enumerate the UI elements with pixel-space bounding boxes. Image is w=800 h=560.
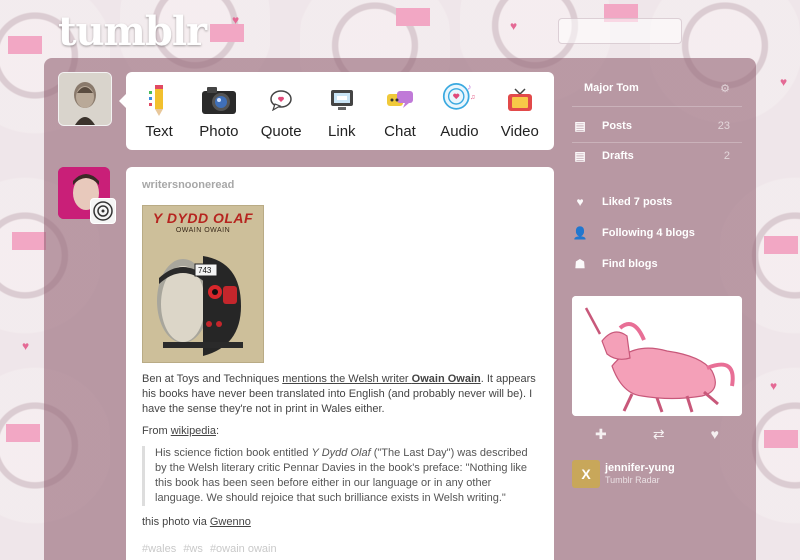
spotlight-subtitle: Tumblr Radar xyxy=(605,475,660,485)
book-cover-image[interactable]: Y DYDD OLAF OWAIN OWAIN 743 xyxy=(142,205,264,363)
spotlight-avatar: X xyxy=(572,460,600,488)
book-badge: 743 xyxy=(198,266,212,275)
unicorn-image[interactable] xyxy=(572,296,742,416)
draft-document-icon: ▤ xyxy=(574,149,586,163)
mentions-link[interactable]: mentions the Welsh writer Owain Owain xyxy=(282,373,480,385)
find-blogs-icon: ☗ xyxy=(574,257,586,271)
post-type-video[interactable]: Video xyxy=(501,82,539,140)
post-type-label: Photo xyxy=(199,123,239,140)
chat-icon xyxy=(382,82,418,118)
post-paragraph-3: this photo via Gwenno xyxy=(142,516,251,528)
svg-text:♪: ♪ xyxy=(468,81,472,91)
tag-link[interactable]: #ws xyxy=(183,543,203,555)
post-type-label: Text xyxy=(145,123,173,140)
post-type-label: Chat xyxy=(384,123,416,140)
reblog-icon[interactable]: ⇄ xyxy=(653,426,665,443)
sidebar-item-label: Posts xyxy=(602,120,632,132)
person-icon: 👤 xyxy=(572,226,588,240)
post-type-bar: Text Photo Quote Link Chat ♪ ♫ Audio Vid… xyxy=(119,72,554,150)
spotlight-name: jennifer-yung xyxy=(605,462,675,474)
quote-bubble-icon xyxy=(263,82,299,118)
post-type-text[interactable]: Text xyxy=(141,82,177,140)
post-tags: #wales #ws #owain owain xyxy=(142,543,281,555)
svg-text:♫: ♫ xyxy=(470,94,475,101)
gwenno-link[interactable]: Gwenno xyxy=(210,516,251,528)
sidebar-user-name: Major Tom xyxy=(584,82,639,94)
text-pencil-icon xyxy=(141,82,177,118)
post-type-link[interactable]: Link xyxy=(324,82,360,140)
post-author-name[interactable]: writersnooneread xyxy=(142,179,234,191)
sidebar-divider xyxy=(572,106,742,107)
like-heart-icon[interactable]: ♥ xyxy=(711,426,719,442)
post-paragraph-1: Ben at Toys and Techniques mentions the … xyxy=(142,373,536,415)
search-input[interactable] xyxy=(558,18,682,44)
sidebar-item-following[interactable]: 👤 Following 4 blogs xyxy=(572,219,742,247)
spotlight-blog[interactable]: X jennifer-yung Tumblr Radar xyxy=(572,458,742,490)
post-body: Ben at Toys and Techniques mentions the … xyxy=(142,372,538,537)
post-card: writersnooneread Y DYDD OLAF OWAIN OWAIN… xyxy=(126,167,554,560)
camera-icon xyxy=(201,82,237,118)
headphones-icon: ♪ ♫ xyxy=(441,81,477,118)
video-tv-icon xyxy=(502,82,538,118)
sidebar-item-drafts[interactable]: ▤ Drafts 2 xyxy=(572,142,742,170)
document-icon: ▤ xyxy=(574,119,586,133)
wikipedia-link[interactable]: wikipedia xyxy=(171,425,216,437)
link-monitor-icon xyxy=(324,82,360,118)
reblog-source-avatar[interactable] xyxy=(90,198,116,224)
post-blockquote: His science fiction book entitled Y Dydd… xyxy=(142,446,538,506)
post-type-label: Audio xyxy=(440,123,479,140)
post-type-photo[interactable]: Photo xyxy=(199,82,239,140)
sidebar-item-find-blogs[interactable]: ☗ Find blogs xyxy=(572,250,742,278)
sidebar-item-label: Liked 7 posts xyxy=(602,196,673,208)
drafts-count: 2 xyxy=(723,150,730,162)
post-type-quote[interactable]: Quote xyxy=(261,82,302,140)
gear-icon[interactable]: ⚙ xyxy=(720,82,730,95)
post-type-label: Video xyxy=(500,123,539,140)
sidebar-item-label: Find blogs xyxy=(602,258,658,270)
tumblr-logo[interactable]: tumblr xyxy=(58,8,207,55)
sidebar-user[interactable]: Major Tom ⚙ xyxy=(572,74,742,102)
sidebar-item-posts[interactable]: ▤ Posts 23 xyxy=(572,112,742,140)
plus-icon[interactable]: ✚ xyxy=(595,426,607,443)
post-type-label: Quote xyxy=(260,123,302,140)
posts-count: 23 xyxy=(717,120,730,132)
post-actions: ✚ ⇄ ♥ xyxy=(572,422,742,446)
sidebar-item-label: Drafts xyxy=(602,150,634,162)
post-type-chat[interactable]: Chat xyxy=(382,82,418,140)
heart-icon: ♥ xyxy=(576,195,584,209)
post-type-audio[interactable]: ♪ ♫ Audio xyxy=(440,81,479,140)
tag-link[interactable]: #wales xyxy=(142,543,176,555)
tag-link[interactable]: #owain owain xyxy=(210,543,277,555)
post-type-label: Link xyxy=(328,123,356,140)
sidebar-item-liked[interactable]: ♥ Liked 7 posts xyxy=(572,188,742,216)
user-avatar[interactable] xyxy=(58,72,112,126)
sidebar-item-label: Following 4 blogs xyxy=(602,227,695,239)
post-paragraph-2: From wikipedia: xyxy=(142,425,220,437)
